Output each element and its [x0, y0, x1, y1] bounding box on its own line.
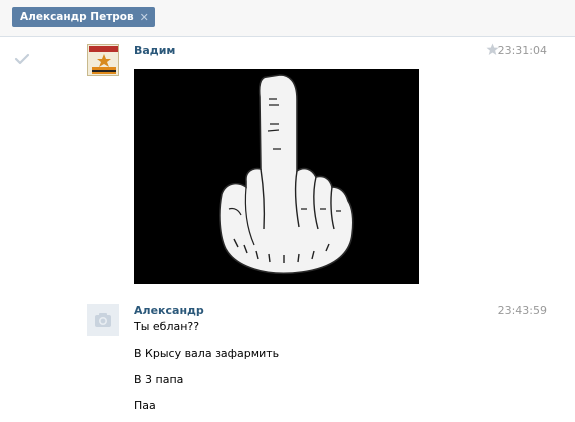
read-check-icon — [14, 53, 30, 65]
message-time: 23:31:04 — [497, 44, 547, 57]
photo-attachment[interactable] — [134, 69, 419, 284]
message-item: Вадим 23:31:04 — [0, 40, 575, 290]
recipient-chip[interactable]: Александр Петров ✕ — [12, 7, 155, 27]
message-text-line: В 3 папа — [134, 373, 184, 386]
message-text-line: В Крысу вала зафармить — [134, 347, 280, 360]
message-author[interactable]: Александр — [134, 304, 204, 317]
message-text-line: Паа — [134, 399, 156, 412]
message-time: 23:43:59 — [497, 304, 547, 317]
camera-icon — [95, 313, 111, 327]
veterans-emblem-icon — [88, 45, 118, 75]
close-icon[interactable]: ✕ — [140, 12, 149, 23]
avatar[interactable] — [87, 304, 119, 336]
middle-finger-hand-image — [134, 69, 419, 284]
message-author[interactable]: Вадим — [134, 44, 175, 57]
dialog-header: Александр Петров ✕ — [0, 0, 575, 37]
avatar[interactable] — [87, 44, 119, 76]
recipient-chip-label: Александр Петров — [20, 11, 134, 23]
message-text-line: Ты еблан?? — [134, 320, 200, 333]
message-item: Александр 23:43:59 Ты еблан?? В Крысу ва… — [0, 300, 575, 422]
